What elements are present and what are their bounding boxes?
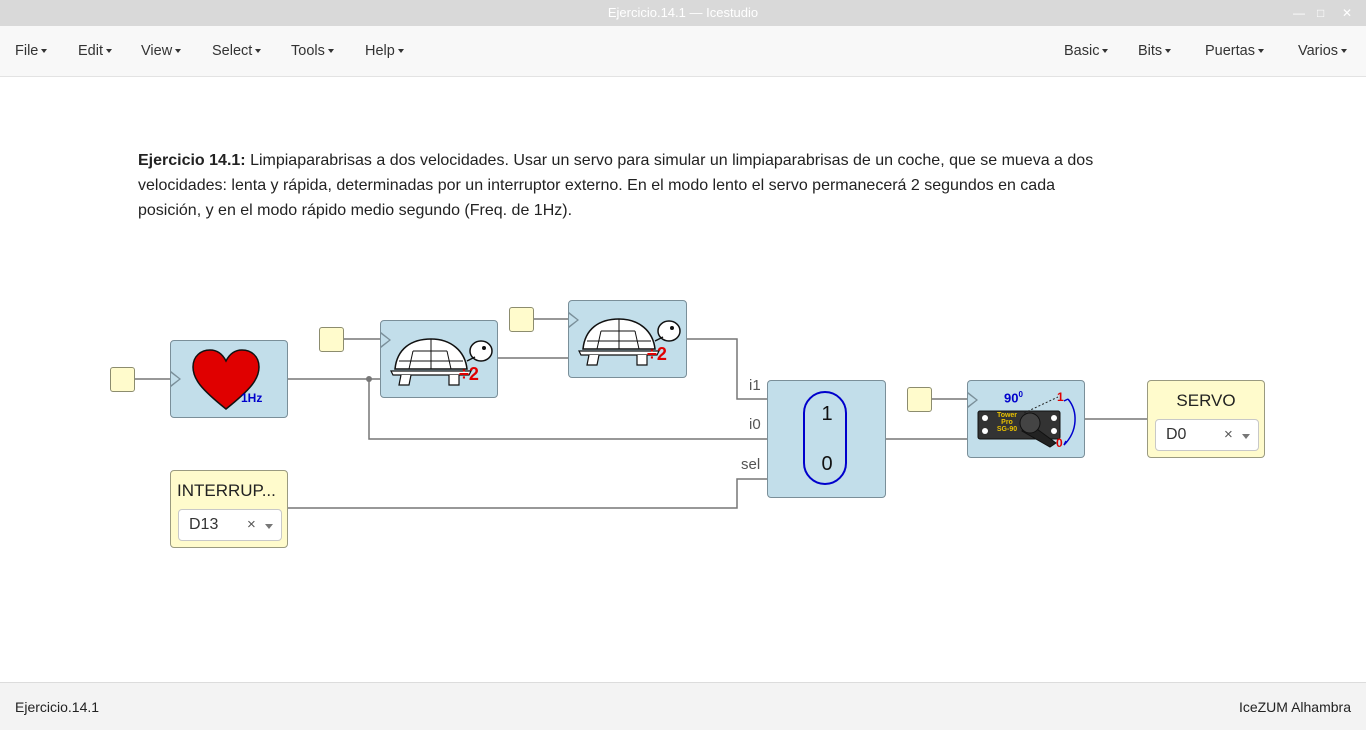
- divider-label: ÷2: [459, 364, 479, 384]
- mux-port-i1: i1: [749, 377, 761, 394]
- input-pin-select[interactable]: D13 ×: [178, 509, 282, 541]
- clock-input-marker: [171, 371, 181, 387]
- dropdown-arrow-icon[interactable]: [265, 524, 273, 529]
- servo-brand: Tower Pro SG-90: [996, 412, 1018, 433]
- mux-value-0: 0: [821, 453, 833, 475]
- input-port-block[interactable]: INTERRUP... D13 ×: [170, 470, 288, 548]
- mux-port-i0: i0: [749, 416, 761, 433]
- wire: [288, 478, 767, 509]
- mux-port-sel: sel: [741, 456, 761, 473]
- output-port-block[interactable]: SERVO D0 ×: [1147, 380, 1265, 458]
- servo-pos-0: 0: [1056, 436, 1063, 450]
- constant-input-heartbeat[interactable]: [110, 367, 135, 392]
- constant-input-divider1[interactable]: [319, 327, 344, 352]
- servo-block[interactable]: 900 Tower Pro SG-90 1 0: [967, 380, 1085, 458]
- input-port-title: INTERRUP...: [177, 481, 276, 500]
- clear-icon[interactable]: ×: [1224, 426, 1233, 443]
- output-port-title: SERVO: [1176, 391, 1236, 410]
- status-bar: Ejercicio.14.1 IceZUM Alhambra: [0, 682, 1366, 730]
- status-filename: Ejercicio.14.1: [15, 699, 100, 715]
- constant-input-servo[interactable]: [907, 387, 932, 412]
- divider-label: ÷2: [647, 344, 667, 364]
- servo-pos-1: 1: [1057, 390, 1064, 404]
- dropdown-arrow-icon[interactable]: [1242, 434, 1250, 439]
- wire-junction: [366, 376, 372, 382]
- multiplexer-block[interactable]: 1 0: [767, 380, 886, 498]
- input-pin-value: D13: [189, 516, 219, 533]
- heartbeat-frequency: 1Hz: [241, 391, 263, 405]
- clear-icon[interactable]: ×: [247, 516, 256, 533]
- divider-block-2[interactable]: ÷2: [568, 300, 687, 378]
- mux-value-1: 1: [821, 403, 833, 425]
- output-pin-value: D0: [1166, 426, 1187, 443]
- status-board[interactable]: IceZUM Alhambra: [1239, 699, 1351, 715]
- constant-input-divider2[interactable]: [509, 307, 534, 332]
- divider-block-1[interactable]: ÷2: [380, 320, 498, 398]
- heartbeat-block[interactable]: 1Hz: [170, 340, 288, 418]
- output-pin-select[interactable]: D0 ×: [1155, 419, 1259, 451]
